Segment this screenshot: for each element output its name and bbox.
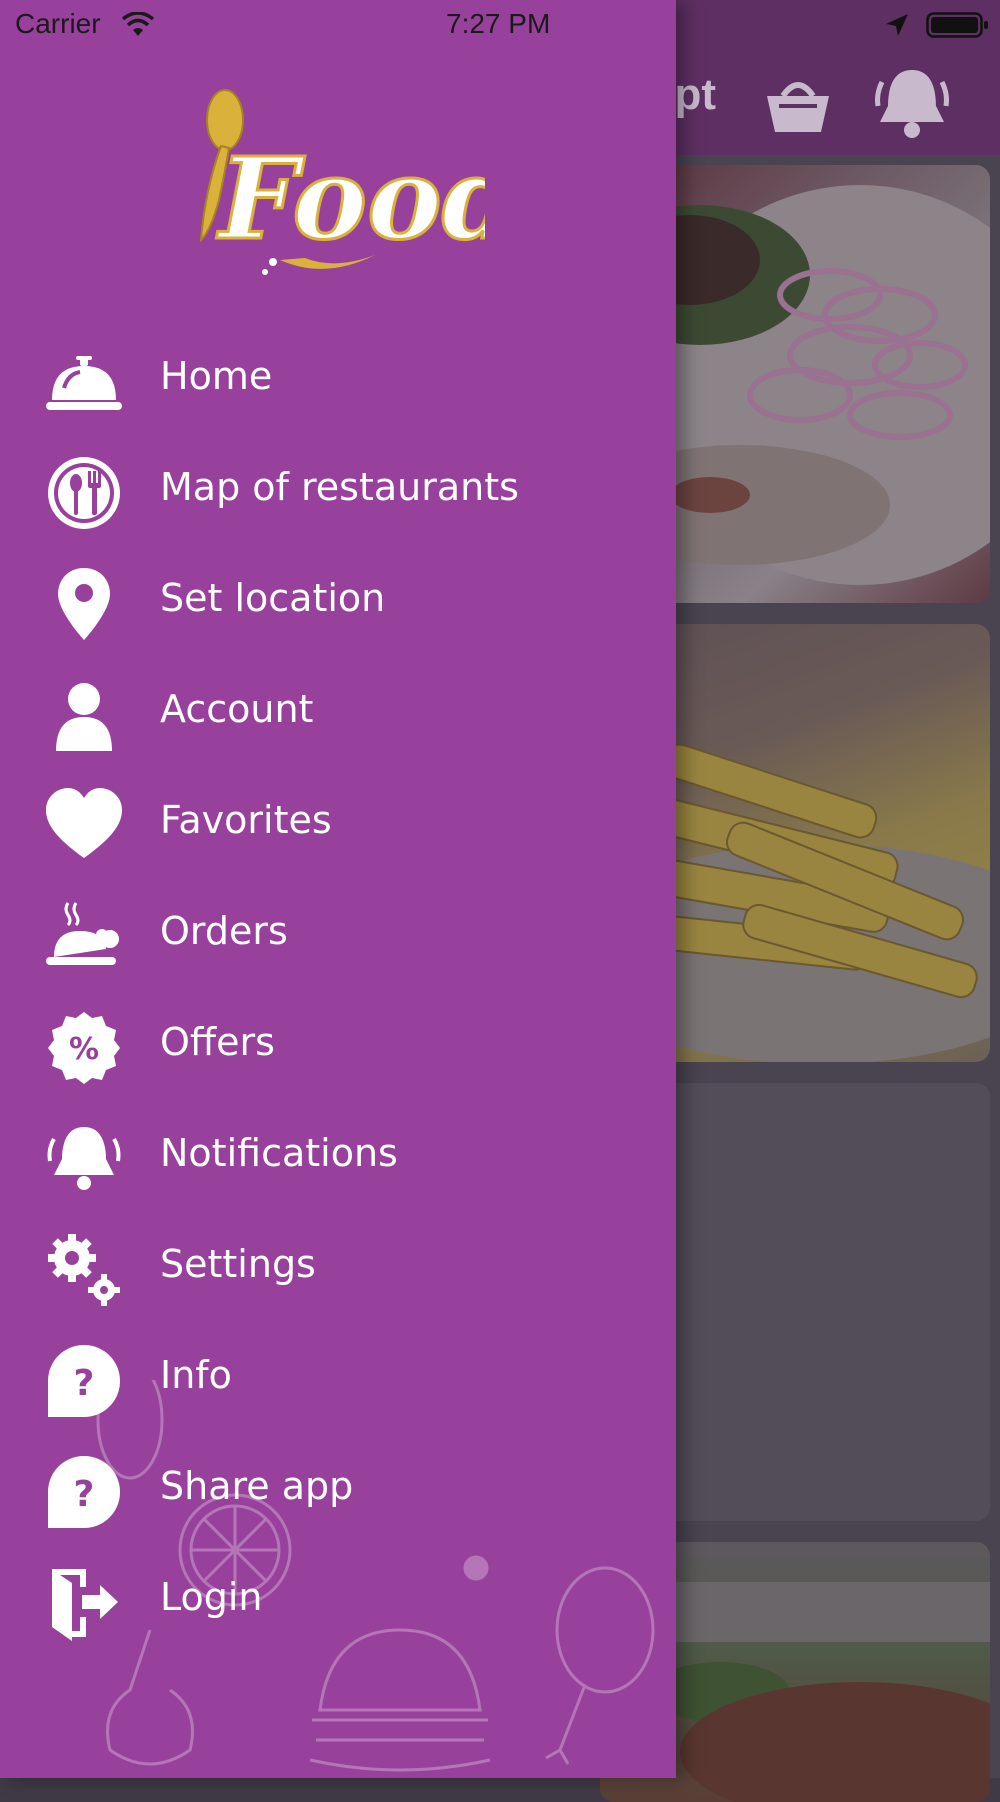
menu-label-set-location: Set location <box>160 576 386 620</box>
menu-item-notifications[interactable]: Notifications <box>0 1107 676 1207</box>
bell-icon <box>47 1127 121 1190</box>
bell-icon[interactable] <box>870 60 954 144</box>
location-arrow-icon <box>886 14 908 36</box>
menu-label-home: Home <box>160 354 273 398</box>
wifi-icon <box>122 12 154 36</box>
plate-cutlery-icon <box>48 457 120 529</box>
menu-item-orders[interactable]: Orders <box>0 885 676 985</box>
menu-label-account: Account <box>160 687 314 731</box>
heart-icon <box>46 788 122 858</box>
menu-item-favorites[interactable]: Favorites <box>0 774 676 874</box>
menu-label-map-of-restaurants: Map of restaurants <box>160 465 519 509</box>
basket-icon[interactable] <box>765 72 831 134</box>
map-pin-icon <box>58 568 110 640</box>
battery-icon <box>926 12 988 38</box>
user-icon <box>56 683 112 751</box>
logo-text: Food <box>216 134 485 265</box>
menu-item-account[interactable]: Account <box>0 663 676 763</box>
clock-time: 7:27 PM <box>446 8 551 39</box>
menu-item-map-of-restaurants[interactable]: Map of restaurants <box>0 441 676 541</box>
menu-label-settings: Settings <box>160 1242 316 1286</box>
menu-item-settings[interactable]: Settings <box>0 1218 676 1318</box>
menu-item-home[interactable]: Home <box>0 330 676 430</box>
percent-badge-icon: % <box>48 1012 120 1084</box>
food-logo: Food <box>185 80 522 290</box>
menu-label-offers: Offers <box>160 1020 275 1064</box>
gears-icon <box>48 1234 120 1306</box>
status-bar: Carrier 7:27 PM <box>0 0 1000 50</box>
hot-dish-icon <box>46 902 119 965</box>
menu-label-favorites: Favorites <box>160 798 332 842</box>
menu-item-offers[interactable]: % Offers <box>0 996 676 1096</box>
navigation-drawer: Food Home <box>0 0 676 1778</box>
carrier-label: Carrier <box>15 8 101 39</box>
cloche-icon <box>46 356 122 410</box>
menu-label-notifications: Notifications <box>160 1131 398 1175</box>
svg-text:%: % <box>69 1032 99 1067</box>
menu-label-orders: Orders <box>160 909 288 953</box>
food-doodles-decoration <box>96 1380 655 1772</box>
menu-item-set-location[interactable]: Set location <box>0 552 676 652</box>
